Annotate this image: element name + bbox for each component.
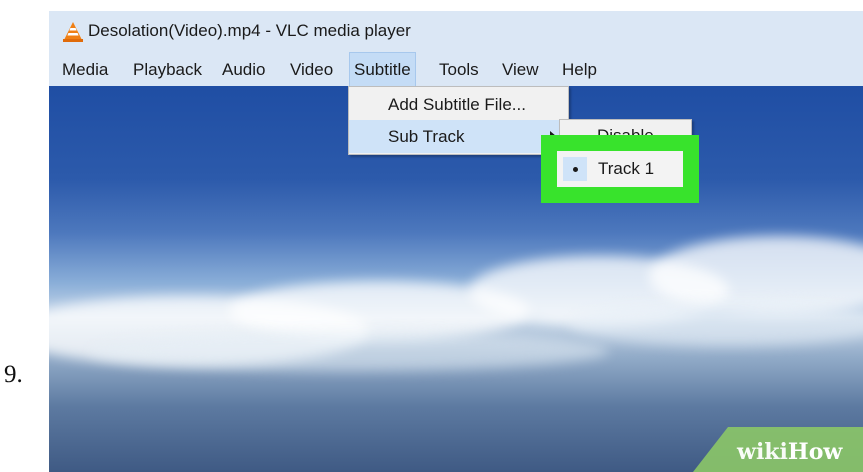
menu-media[interactable]: Media: [58, 53, 112, 86]
subtitle-menu: Add Subtitle File... Sub Track: [348, 86, 569, 155]
submenu-item-track-1-label: Track 1: [598, 159, 655, 178]
menu-bar: Media Playback Audio Video Subtitle Tool…: [49, 52, 863, 87]
menu-item-sub-track-label: Sub Track: [388, 127, 465, 146]
submenu-item-track-1[interactable]: Track 1: [557, 151, 683, 187]
menu-item-add-subtitle-file[interactable]: Add Subtitle File...: [349, 88, 568, 121]
window-title: Desolation(Video).mp4 - VLC media player: [88, 21, 411, 40]
radio-selected-icon: [563, 157, 587, 181]
menu-audio[interactable]: Audio: [218, 53, 269, 86]
menu-help[interactable]: Help: [558, 53, 601, 86]
menu-item-sub-track[interactable]: Sub Track: [349, 120, 568, 153]
menu-video[interactable]: Video: [286, 53, 337, 86]
title-bar[interactable]: Desolation(Video).mp4 - VLC media player: [49, 11, 863, 53]
menu-subtitle[interactable]: Subtitle: [349, 52, 416, 87]
vlc-screenshot: Desolation(Video).mp4 - VLC media player…: [49, 11, 863, 472]
step-number: 9.: [4, 361, 23, 388]
menu-playback[interactable]: Playback: [129, 53, 206, 86]
vlc-cone-icon: [63, 22, 83, 42]
page: 9. Desolation(Video).mp4 - VLC media pla…: [0, 0, 863, 472]
menu-view[interactable]: View: [498, 53, 543, 86]
menu-tools[interactable]: Tools: [435, 53, 483, 86]
